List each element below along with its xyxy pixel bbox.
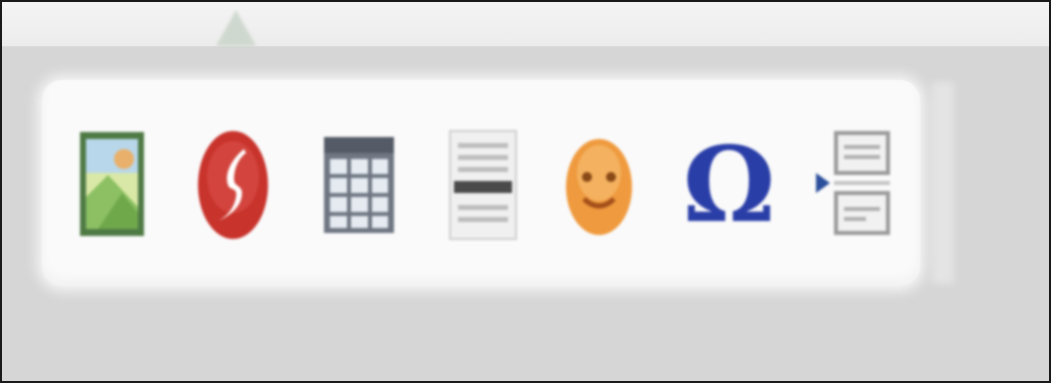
insert-image-button[interactable]: [68, 127, 158, 242]
toolbar-edge: [932, 82, 954, 284]
page-break-button[interactable]: [810, 127, 900, 242]
popup-pointer: [216, 10, 256, 46]
insert-flash-icon: [198, 131, 268, 239]
top-panel: [2, 2, 1049, 47]
insert-flash-button[interactable]: [188, 127, 278, 242]
insert-image-icon: [80, 132, 144, 236]
screenshot-frame: Ω: [0, 0, 1051, 383]
page-break-icon: [816, 131, 890, 235]
horizontal-rule-icon: [449, 130, 517, 240]
insert-smiley-button[interactable]: [554, 127, 644, 242]
insert-smiley-icon: [566, 139, 632, 235]
insert-table-icon: [324, 137, 394, 233]
horizontal-rule-button[interactable]: [438, 127, 528, 242]
special-character-icon: Ω: [682, 122, 776, 246]
insert-table-button[interactable]: [314, 127, 404, 242]
special-character-button[interactable]: Ω: [682, 122, 776, 246]
